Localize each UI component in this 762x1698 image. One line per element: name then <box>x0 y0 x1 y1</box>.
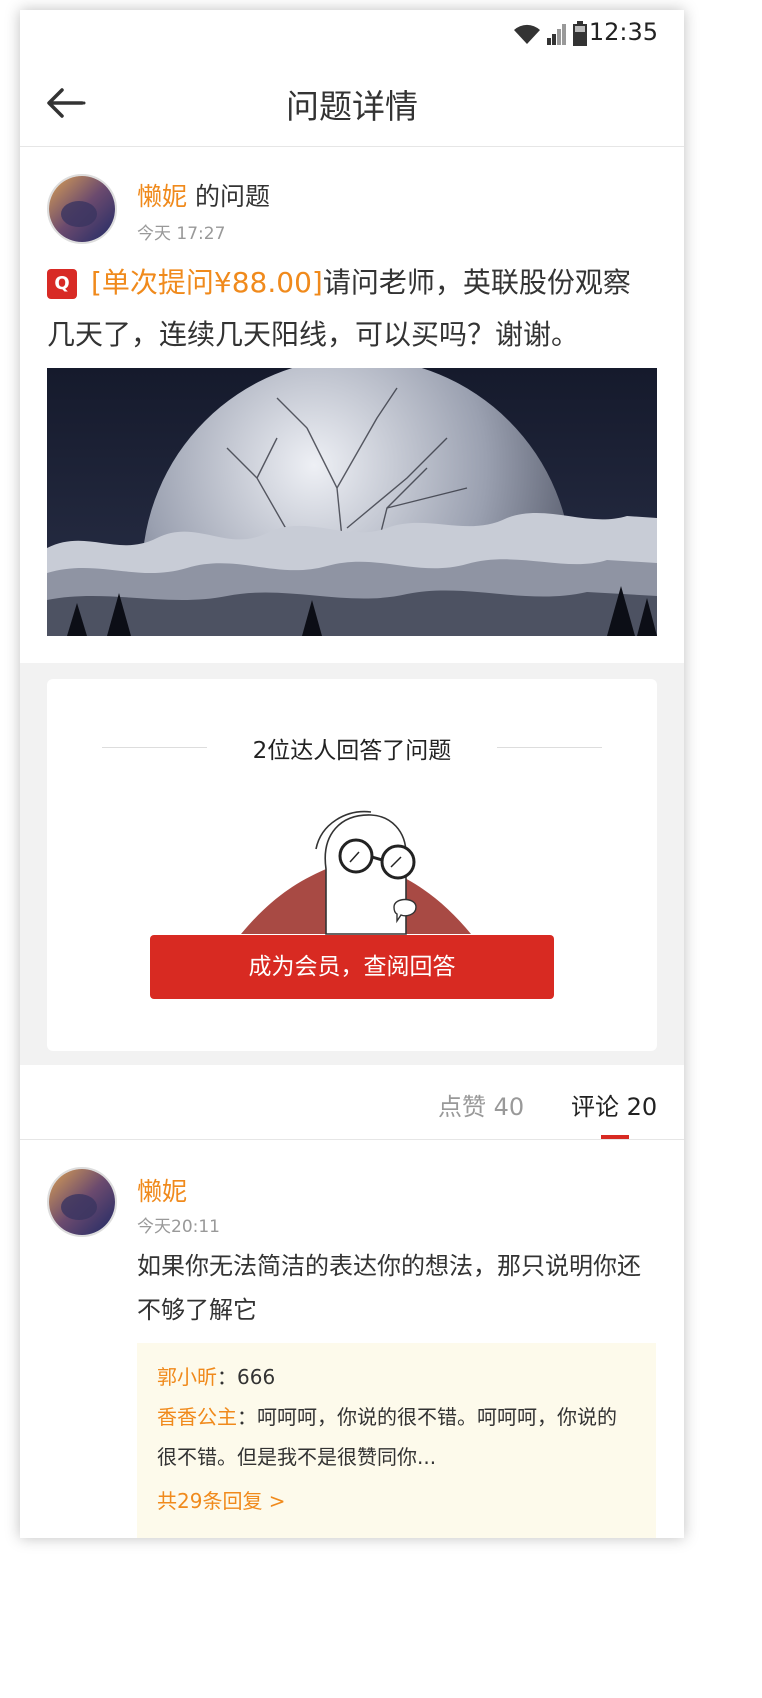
question-image[interactable] <box>47 368 657 636</box>
question-price-tag: [单次提问¥88.00] <box>91 266 323 299</box>
signal-icon <box>547 24 566 45</box>
comment-item: 懒妮 今天20:11 如果你无法简洁的表达你的想法，那只说明你还不够了解它 郭小… <box>20 1140 684 1538</box>
status-icons <box>512 20 588 48</box>
answers-title: 2位达人回答了问题 <box>252 738 452 764</box>
question-author[interactable]: 懒妮 <box>137 182 187 211</box>
status-time: 12:35 <box>588 18 658 46</box>
nav-bar: 问题详情 <box>20 58 684 147</box>
question-text: Q [单次提问¥88.00]请问老师，英联股份观察几天了，连续几天阳线，可以买吗？… <box>47 257 658 361</box>
phone-screen: 12:35 问题详情 懒妮 的问题 今天 17:27 Q [单次提问¥88.00… <box>20 10 684 1538</box>
wifi-icon <box>514 24 540 44</box>
divider-line-right <box>497 747 602 748</box>
question-badge: Q <box>47 269 77 299</box>
reply-author[interactable]: 香香公主 <box>157 1405 237 1429</box>
battery-icon <box>573 21 587 46</box>
reply-author[interactable]: 郭小昕 <box>157 1365 217 1389</box>
tab-likes[interactable]: 点赞 40 <box>438 1087 524 1122</box>
comment-author[interactable]: 懒妮 <box>137 1172 187 1208</box>
comment-text: 如果你无法简洁的表达你的想法，那只说明你还不够了解它 <box>137 1252 641 1324</box>
page-title: 问题详情 <box>286 87 418 126</box>
tab-bar: 点赞 40 评论 20 <box>20 1065 684 1140</box>
question-author-suffix: 的问题 <box>187 182 270 211</box>
become-member-button[interactable]: 成为会员，查阅回答 <box>150 935 554 999</box>
comment-avatar-image <box>49 1169 115 1235</box>
answers-section: 2位达人回答了问题 成为会员，查阅回答 <box>20 663 684 1065</box>
question-time: 今天 17:27 <box>137 224 226 244</box>
reply-item: 香香公主：呵呵呵，你说的很不错。呵呵呵，你说的很不错。但是我不是很赞同你... <box>157 1397 636 1477</box>
replies-box[interactable]: 郭小昕：666 香香公主：呵呵呵，你说的很不错。呵呵呵，你说的很不错。但是我不是… <box>137 1343 656 1538</box>
answer-card: 2位达人回答了问题 成为会员，查阅回答 <box>47 679 657 1051</box>
active-tab-indicator <box>601 1135 629 1139</box>
avatar-image <box>49 176 115 242</box>
reply-item: 郭小昕：666 <box>157 1357 636 1397</box>
comment-time: 今天20:11 <box>137 1217 220 1237</box>
tab-comments[interactable]: 评论 20 <box>571 1087 657 1122</box>
avatar[interactable] <box>47 174 117 244</box>
card-title-wrap: 2位达人回答了问题 <box>102 731 602 764</box>
question-author-line: 懒妮 的问题 <box>137 177 270 213</box>
status-bar: 12:35 <box>20 10 684 58</box>
question-section: 懒妮 的问题 今天 17:27 Q [单次提问¥88.00]请问老师，英联股份观察… <box>20 147 684 663</box>
reply-text: ：666 <box>217 1365 276 1389</box>
view-all-replies-link[interactable]: 共29条回复 > <box>157 1481 636 1521</box>
comment-avatar[interactable] <box>47 1167 117 1237</box>
